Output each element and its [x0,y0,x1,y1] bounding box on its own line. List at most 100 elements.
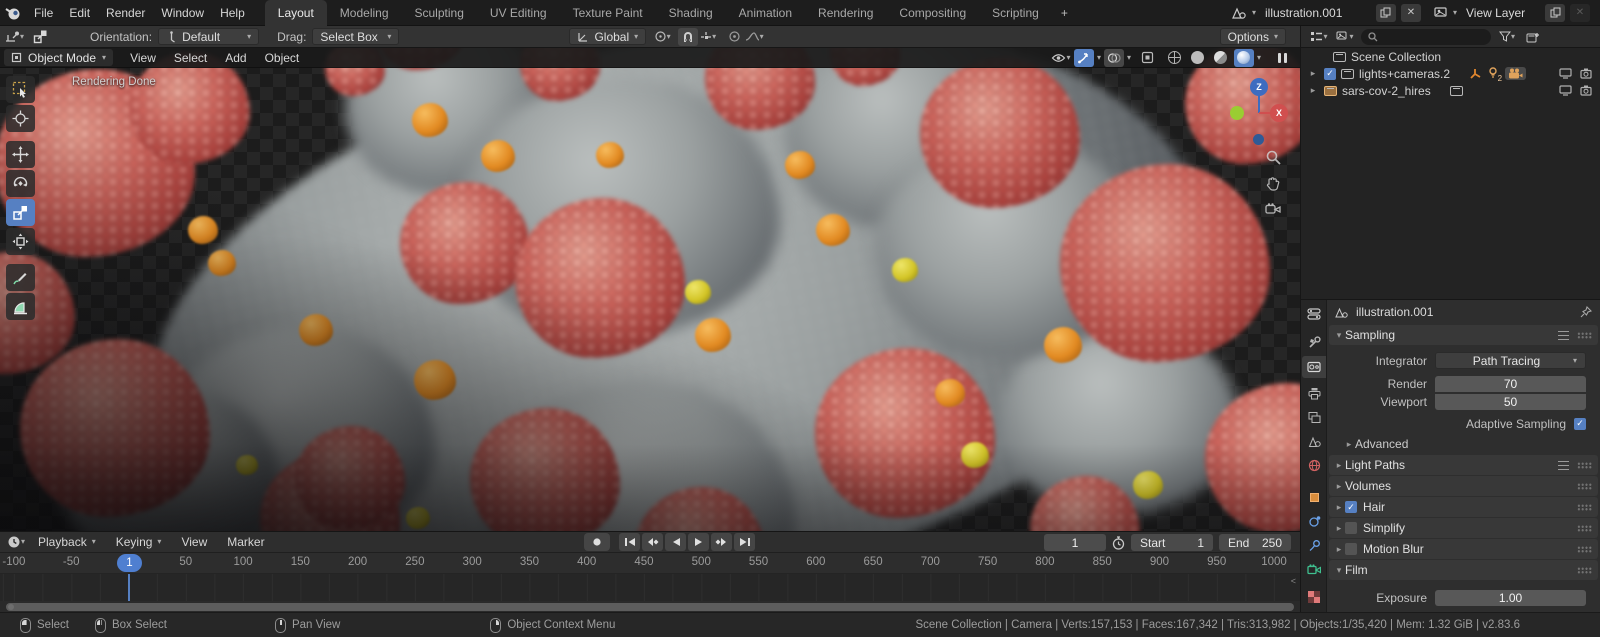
scene-copy-button[interactable] [1375,3,1396,22]
expand-arrow-icon[interactable]: ▸ [1307,68,1319,79]
menu-keying[interactable]: Keying ▾ [108,535,170,549]
menu-marker[interactable]: Marker [219,535,272,549]
proportional-editing-toggle[interactable] [724,28,744,46]
viewport-visibility-icon[interactable] [1559,85,1572,96]
panel-hair[interactable]: ▸ ✓ Hair [1329,497,1598,517]
outliner-row-scene-collection[interactable]: Scene Collection [1301,48,1600,65]
orientation-dropdown[interactable]: Default ▾ [158,28,260,45]
end-frame-field[interactable]: End 250 [1219,534,1291,551]
adaptive-sampling-checkbox[interactable]: ✓ [1574,417,1586,430]
menu-file[interactable]: File [26,0,61,26]
visibility-dropdown[interactable]: ▾ [1051,49,1071,67]
scene-name[interactable]: illustration.001 [1261,6,1371,20]
new-collection-button[interactable] [1523,28,1543,46]
gizmo-z-ball[interactable]: Z [1250,78,1268,96]
simplify-checkbox[interactable] [1345,522,1357,534]
expand-arrow-icon[interactable]: ▸ [1307,85,1319,96]
next-keyframe-button[interactable] [711,533,732,551]
motion-blur-checkbox[interactable] [1345,543,1357,555]
timeline-editor-type-button[interactable]: ▾ [6,533,26,551]
tab-physics-properties[interactable] [1302,510,1326,532]
tab-world-properties[interactable] [1302,454,1326,476]
shading-solid-button[interactable] [1188,49,1208,67]
outliner-row-lights-cameras[interactable]: ▸ ✓ lights+cameras.2 2 [1301,65,1600,83]
properties-editor-type-button[interactable] [1302,303,1326,325]
menu-help[interactable]: Help [212,0,253,26]
viewport-samples-field[interactable]: 50 [1435,394,1586,410]
snap-settings-dropdown[interactable]: ▾ [698,28,718,46]
drag-grip-icon[interactable] [1577,461,1592,469]
scene-unlink-button[interactable]: ✕ [1400,3,1421,22]
pause-render-button[interactable] [1272,49,1292,67]
menu-render[interactable]: Render [98,0,153,26]
tool-select-box[interactable] [6,76,35,103]
auto-keyframe-button[interactable] [584,533,610,551]
tab-view-layer-properties[interactable] [1302,406,1326,428]
preset-list-icon[interactable] [1558,460,1569,470]
tool-scale[interactable] [6,199,35,226]
menu-edit[interactable]: Edit [61,0,98,26]
start-frame-field[interactable]: Start 1 [1131,534,1213,551]
menu-timeline-view[interactable]: View [173,535,215,549]
tab-render-properties[interactable] [1302,356,1326,378]
viewport-visibility-icon[interactable] [1559,68,1572,79]
tab-scene-properties[interactable] [1302,430,1326,452]
drag-dropdown[interactable]: Select Box ▾ [312,28,400,45]
collection-name[interactable]: sars-cov-2_hires [1342,84,1431,98]
view-layer-name[interactable]: View Layer [1462,6,1540,20]
viewport-3d[interactable]: Object Mode ▾ View Select Add Object ▾ ▾ [0,48,1300,531]
panel-film[interactable]: ▾ Film [1329,560,1598,580]
collection-name[interactable]: lights+cameras.2 [1359,67,1450,81]
timeline-scrollbar[interactable] [6,603,1294,611]
tab-constraints-properties[interactable] [1302,534,1326,556]
proportional-falloff-dropdown[interactable]: ▾ [744,28,764,46]
scene-selector[interactable]: ▾ illustration.001 ✕ [1231,3,1421,22]
current-frame-field[interactable]: 1 [1044,534,1106,551]
gizmo-x-ball[interactable]: X [1270,104,1288,122]
blender-logo-icon[interactable] [0,0,26,26]
tab-modeling[interactable]: Modeling [327,0,402,26]
menu-view[interactable]: View [121,51,165,65]
zoom-view-icon[interactable] [1262,146,1284,168]
panel-simplify[interactable]: ▸ Simplify [1329,518,1598,538]
gizmo-y-ball[interactable] [1230,106,1244,120]
tab-shading[interactable]: Shading [656,0,726,26]
outliner-filter-dropdown[interactable]: ▾ [1497,28,1517,46]
tool-cursor[interactable] [6,105,35,132]
render-visibility-icon[interactable] [1580,68,1592,79]
chevron-down-icon[interactable]: ▾ [1097,53,1101,62]
render-visibility-icon[interactable] [1580,85,1592,96]
panel-sampling[interactable]: ▾ Sampling [1329,325,1598,345]
prev-keyframe-button[interactable] [642,533,663,551]
editor-type-button[interactable]: ▾ [4,28,24,46]
menu-select[interactable]: Select [165,51,216,65]
timeline-track-area[interactable] [0,574,1300,601]
tab-animation[interactable]: Animation [726,0,805,26]
panel-advanced[interactable]: ▸ Advanced [1339,434,1598,454]
pivot-point-dropdown[interactable]: ▾ [652,28,672,46]
tab-object-data-properties[interactable] [1302,558,1326,580]
tool-annotate[interactable] [6,264,35,291]
tab-texture-properties[interactable] [1302,586,1326,608]
snap-toggle[interactable] [678,27,699,46]
jump-to-end-button[interactable] [734,533,755,551]
tab-compositing[interactable]: Compositing [886,0,979,26]
timeline-ruler[interactable]: 1 -100 -50 50 100 150 200 250 300 350 400 450 500 55… [0,553,1300,574]
menu-object[interactable]: Object [256,51,309,65]
shading-material-button[interactable] [1211,49,1231,67]
view-layer-copy-button[interactable] [1545,3,1565,22]
render-samples-field[interactable]: 70 [1435,375,1586,392]
view-layer-selector[interactable]: ▾ View Layer ✕ [1433,3,1590,22]
tool-rotate[interactable] [6,170,35,197]
integrator-dropdown[interactable]: Path Tracing ▾ [1435,352,1586,369]
panel-light-paths[interactable]: ▸ Light Paths [1329,455,1598,475]
preset-list-icon[interactable] [1558,330,1569,340]
menu-playback[interactable]: Playback ▾ [30,535,104,549]
drag-grip-icon[interactable] [1577,482,1592,490]
tab-sculpting[interactable]: Sculpting [402,0,477,26]
tool-move[interactable] [6,141,35,168]
tab-texture-paint[interactable]: Texture Paint [560,0,656,26]
menu-add[interactable]: Add [216,51,255,65]
gizmo-minus-z-ball[interactable] [1253,134,1264,145]
drag-grip-icon[interactable] [1577,503,1592,511]
